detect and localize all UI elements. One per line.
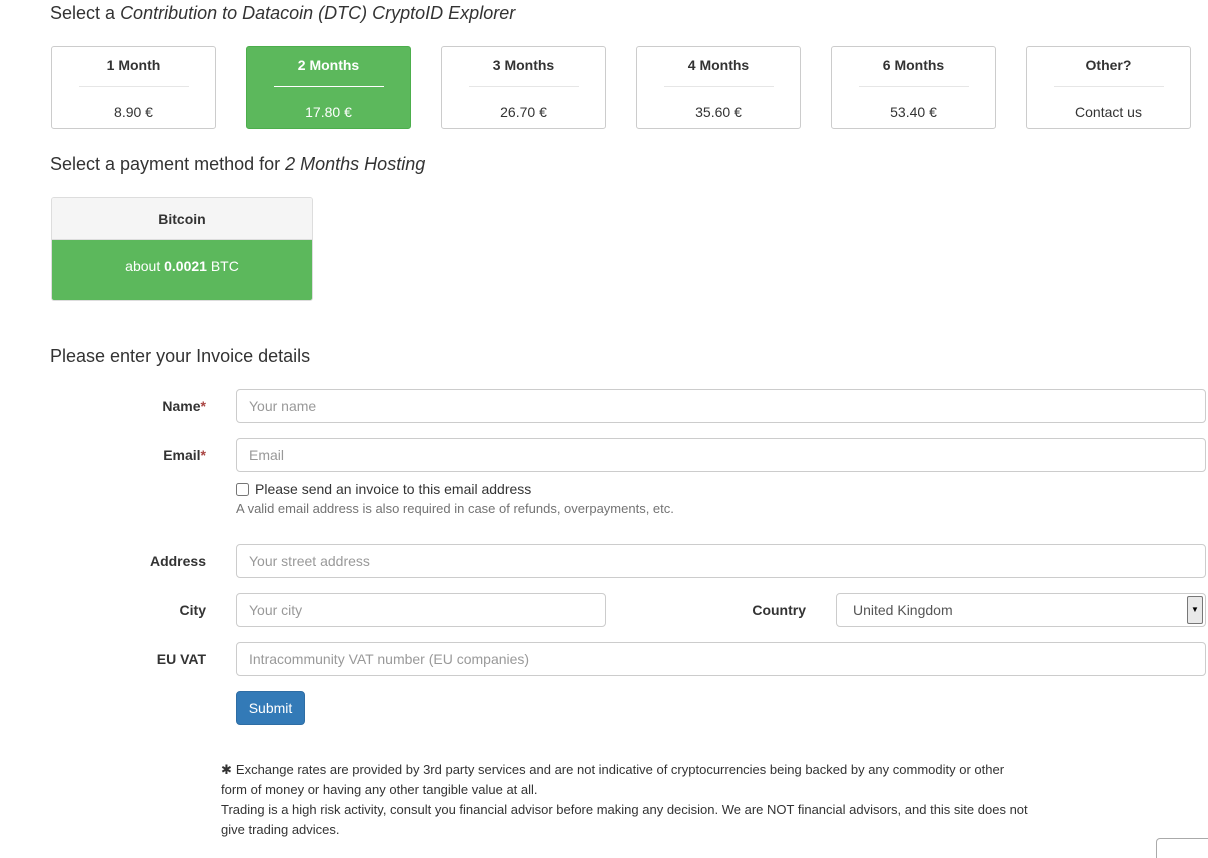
disclaimer: ✱ Exchange rates are provided by 3rd part… xyxy=(221,760,1031,840)
name-label: Name* xyxy=(66,396,206,416)
plan-divider xyxy=(78,86,189,87)
plan-option-4-months[interactable]: 4 Months 35.60 € xyxy=(636,46,801,129)
disclaimer-trading-risk: Trading is a high risk activity, consult… xyxy=(221,802,1028,837)
plan-title: 4 Months xyxy=(687,57,750,73)
name-input[interactable] xyxy=(236,389,1206,423)
email-label: Email* xyxy=(66,445,206,465)
contribution-heading-prefix: Select a xyxy=(50,3,116,23)
invoice-email-checkbox-label: Please send an invoice to this email add… xyxy=(255,481,532,497)
plan-price: 53.40 € xyxy=(890,104,937,120)
plan-options: 1 Month 8.90 € 2 Months 17.80 € 3 Months… xyxy=(51,46,1191,129)
payment-heading-prefix: Select a payment method for xyxy=(50,154,281,174)
asterisk-icon: ✱ xyxy=(221,762,232,777)
required-mark: * xyxy=(200,447,206,463)
plan-option-other[interactable]: Other? Contact us xyxy=(1026,46,1191,129)
disclaimer-exchange-rates: ✱ Exchange rates are provided by 3rd part… xyxy=(221,760,1031,800)
contact-us-link[interactable]: Contact us xyxy=(1027,104,1190,120)
plan-price: 26.70 € xyxy=(500,104,547,120)
plan-title: 6 Months xyxy=(882,57,945,73)
payment-amount: about 0.0021 BTC xyxy=(52,240,312,300)
required-mark: * xyxy=(200,398,206,414)
contribution-heading: Select a Contribution to Datacoin (DTC) … xyxy=(50,2,515,24)
plan-divider xyxy=(1053,86,1164,87)
city-label: City xyxy=(179,602,206,618)
invoice-heading: Please enter your Invoice details xyxy=(50,346,311,366)
invoice-email-checkbox-row[interactable]: Please send an invoice to this email add… xyxy=(236,480,531,498)
plan-divider xyxy=(858,86,969,87)
amount-prefix: about xyxy=(125,258,161,274)
plan-option-6-months[interactable]: 6 Months 53.40 € xyxy=(831,46,996,129)
payment-heading-plan: 2 Months Hosting xyxy=(285,154,426,174)
dropdown-arrow-icon[interactable]: ▼ xyxy=(1187,596,1203,624)
email-label-text: Email xyxy=(163,447,201,463)
amount-value: 0.0021 xyxy=(164,258,207,274)
euvat-label: EU VAT xyxy=(156,651,206,667)
address-input[interactable] xyxy=(236,544,1206,578)
submit-button[interactable]: Submit xyxy=(236,691,305,725)
plan-option-2-months[interactable]: 2 Months 17.80 € xyxy=(246,46,411,129)
payment-method-title: Bitcoin xyxy=(52,198,312,240)
city-input[interactable] xyxy=(236,593,606,627)
name-label-text: Name xyxy=(162,398,201,414)
email-help-text: A valid email address is also required i… xyxy=(236,501,674,516)
plan-title: Other? xyxy=(1085,57,1132,73)
plan-price: 35.60 € xyxy=(695,104,742,120)
country-select[interactable]: United Kingdom ▼ xyxy=(836,593,1206,627)
plan-divider xyxy=(663,86,774,87)
plan-price: 17.80 € xyxy=(305,104,352,120)
contribution-heading-title: Contribution to Datacoin (DTC) CryptoID … xyxy=(120,3,516,23)
country-label: Country xyxy=(752,602,806,618)
plan-divider xyxy=(273,86,384,87)
address-label: Address xyxy=(149,553,206,569)
email-input[interactable] xyxy=(236,438,1206,472)
invoice-email-checkbox[interactable] xyxy=(236,483,249,496)
payment-method-bitcoin[interactable]: Bitcoin about 0.0021 BTC xyxy=(51,197,313,301)
plan-option-1-month[interactable]: 1 Month 8.90 € xyxy=(51,46,216,129)
euvat-input[interactable] xyxy=(236,642,1206,676)
plan-title: 2 Months xyxy=(297,57,360,73)
country-selected-value: United Kingdom xyxy=(853,602,953,618)
disclaimer-line-1: Exchange rates are provided by 3rd party… xyxy=(221,762,1005,797)
plan-divider xyxy=(468,86,579,87)
plan-option-3-months[interactable]: 3 Months 26.70 € xyxy=(441,46,606,129)
floating-widget-edge[interactable] xyxy=(1156,838,1208,858)
plan-title: 1 Month xyxy=(106,57,161,73)
plan-title: 3 Months xyxy=(492,57,555,73)
amount-unit: BTC xyxy=(210,258,239,274)
payment-method-heading: Select a payment method for 2 Months Hos… xyxy=(50,153,425,175)
plan-price: 8.90 € xyxy=(114,104,153,120)
